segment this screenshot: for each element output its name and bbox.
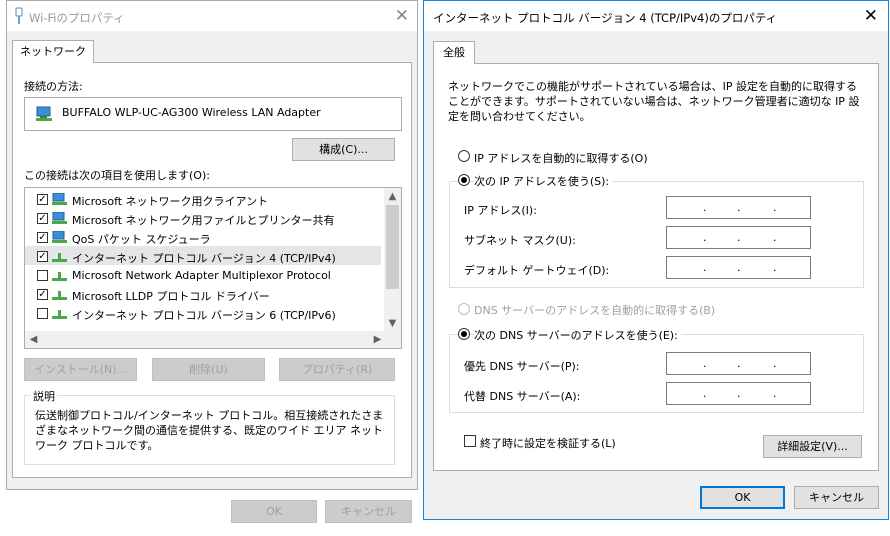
close-icon[interactable]: ✕	[395, 6, 409, 26]
intro-text: ネットワークでこの機能がサポートされている場合は、IP 設定を自動的に取得するこ…	[448, 80, 860, 123]
connect-using-label: 接続の方法:	[24, 80, 83, 93]
wifi-ok-button[interactable]: OK	[231, 500, 317, 523]
item-label: インターネット プロトコル バージョン 4 (TCP/IPv4)	[72, 252, 336, 265]
scroll-up-icon[interactable]: ▲	[384, 188, 401, 205]
dns-manual-label[interactable]: 次の DNS サーバーのアドレスを使う(E):	[474, 327, 681, 343]
ipv4-dialog-title: インターネット プロトコル バージョン 4 (TCP/IPv4)のプロパティ	[433, 11, 778, 25]
item-checkbox[interactable]	[37, 213, 48, 224]
dns-manual-radio[interactable]	[458, 328, 470, 340]
alternate-dns-label: 代替 DNS サーバー(A):	[464, 390, 581, 403]
dns-auto-radio[interactable]	[458, 303, 470, 315]
item-label: Microsoft LLDP プロトコル ドライバー	[72, 290, 270, 303]
item-checkbox[interactable]	[37, 308, 48, 319]
list-item[interactable]: Microsoft Network Adapter Multiplexor Pr…	[25, 265, 381, 284]
item-checkbox[interactable]	[37, 251, 48, 262]
item-label: QoS パケット スケジューラ	[72, 233, 211, 246]
ipv4-cancel-button[interactable]: キャンセル	[794, 486, 879, 509]
ipv4-ok-button[interactable]: OK	[700, 486, 785, 509]
item-checkbox[interactable]	[37, 270, 48, 281]
ipv4-properties-dialog: インターネット プロトコル バージョン 4 (TCP/IPv4)のプロパティ ✕…	[423, 0, 889, 520]
item-checkbox[interactable]	[37, 232, 48, 243]
list-item[interactable]: インターネット プロトコル バージョン 6 (TCP/IPv6)	[25, 303, 381, 322]
scroll-corner	[384, 331, 401, 348]
description-text: 伝送制御プロトコル/インターネット プロトコル。相互接続されたさまざまなネットワ…	[35, 409, 384, 452]
item-label: Microsoft ネットワーク用クライアント	[72, 195, 269, 208]
adapter-box: BUFFALO WLP-UC-AG300 Wireless LAN Adapte…	[24, 97, 402, 131]
horizontal-scrollbar[interactable]: ◀ ▶	[25, 331, 386, 348]
scroll-thumb[interactable]	[386, 205, 399, 289]
network-adapter-icon	[36, 106, 52, 121]
default-gateway-field[interactable]: ...	[666, 256, 811, 279]
protocol-icon	[52, 291, 67, 300]
component-list[interactable]: Microsoft ネットワーク用クライアント Microsoft ネットワーク…	[24, 187, 402, 349]
scroll-down-icon[interactable]: ▼	[384, 315, 401, 332]
list-item[interactable]: インターネット プロトコル バージョン 4 (TCP/IPv4)	[25, 246, 381, 265]
item-checkbox[interactable]	[37, 289, 48, 300]
uninstall-button[interactable]: 削除(U)	[152, 358, 265, 381]
item-label: Microsoft Network Adapter Multiplexor Pr…	[72, 269, 331, 282]
description-legend: 説明	[31, 388, 57, 404]
wifi-properties-dialog: Wi-Fiのプロパティ ✕ ネットワーク 接続の方法: BUFFALO WLP-…	[6, 0, 418, 523]
wifi-dialog-title: Wi-Fiのプロパティ	[29, 11, 125, 25]
vertical-scrollbar[interactable]: ▲ ▼	[384, 188, 401, 332]
tab-general[interactable]: 全般	[433, 41, 475, 64]
wifi-dialog-titlebar: Wi-Fiのプロパティ ✕	[7, 1, 417, 31]
tab-network[interactable]: ネットワーク	[12, 40, 94, 63]
preferred-dns-field[interactable]: ...	[666, 352, 811, 375]
list-item[interactable]: Microsoft LLDP プロトコル ドライバー	[25, 284, 381, 303]
ip-address-label: IP アドレス(I):	[464, 204, 537, 217]
wifi-cancel-button[interactable]: キャンセル	[325, 500, 412, 523]
validate-checkbox[interactable]	[464, 435, 476, 447]
list-item[interactable]: QoS パケット スケジューラ	[25, 227, 381, 246]
subnet-mask-field[interactable]: ...	[666, 226, 811, 249]
ip-auto-radio[interactable]	[458, 150, 470, 162]
validate-label[interactable]: 終了時に設定を検証する(L)	[480, 435, 616, 451]
item-label: インターネット プロトコル バージョン 6 (TCP/IPv6)	[72, 309, 336, 322]
adapter-name: BUFFALO WLP-UC-AG300 Wireless LAN Adapte…	[62, 106, 321, 119]
wifi-adapter-icon	[15, 7, 23, 24]
item-checkbox[interactable]	[37, 194, 48, 205]
ip-manual-label[interactable]: 次の IP アドレスを使う(S):	[474, 173, 613, 189]
list-item[interactable]: Microsoft ネットワーク用ファイルとプリンター共有	[25, 208, 381, 227]
advanced-button[interactable]: 詳細設定(V)...	[763, 435, 862, 458]
preferred-dns-label: 優先 DNS サーバー(P):	[464, 360, 580, 373]
protocol-icon	[52, 253, 67, 262]
protocol-icon	[52, 272, 67, 281]
protocol-icon	[52, 310, 67, 319]
item-label: Microsoft ネットワーク用ファイルとプリンター共有	[72, 214, 335, 227]
subnet-label: サブネット マスク(U):	[464, 234, 576, 247]
ip-address-field[interactable]: ...	[666, 196, 811, 219]
service-icon	[52, 212, 67, 224]
ip-auto-label[interactable]: IP アドレスを自動的に取得する(O)	[474, 150, 648, 166]
items-label: この接続は次の項目を使用します(O):	[24, 169, 210, 182]
gateway-label: デフォルト ゲートウェイ(D):	[464, 264, 610, 277]
client-icon	[52, 193, 67, 205]
install-button[interactable]: インストール(N)...	[24, 358, 137, 381]
properties-button[interactable]: プロパティ(R)	[279, 358, 395, 381]
service-icon	[52, 231, 67, 243]
dns-auto-label[interactable]: DNS サーバーのアドレスを自動的に取得する(B)	[474, 302, 715, 318]
scroll-left-icon[interactable]: ◀	[25, 331, 42, 348]
alternate-dns-field[interactable]: ...	[666, 382, 811, 405]
ip-manual-radio[interactable]	[458, 174, 470, 186]
configure-button[interactable]: 構成(C)...	[292, 138, 395, 161]
close-icon[interactable]: ✕	[864, 6, 878, 26]
description-group: 説明 伝送制御プロトコル/インターネット プロトコル。相互接続されたさまざまなネ…	[24, 388, 395, 465]
list-item[interactable]: Microsoft ネットワーク用クライアント	[25, 189, 381, 208]
ipv4-dialog-titlebar: インターネット プロトコル バージョン 4 (TCP/IPv4)のプロパティ ✕	[424, 1, 888, 31]
